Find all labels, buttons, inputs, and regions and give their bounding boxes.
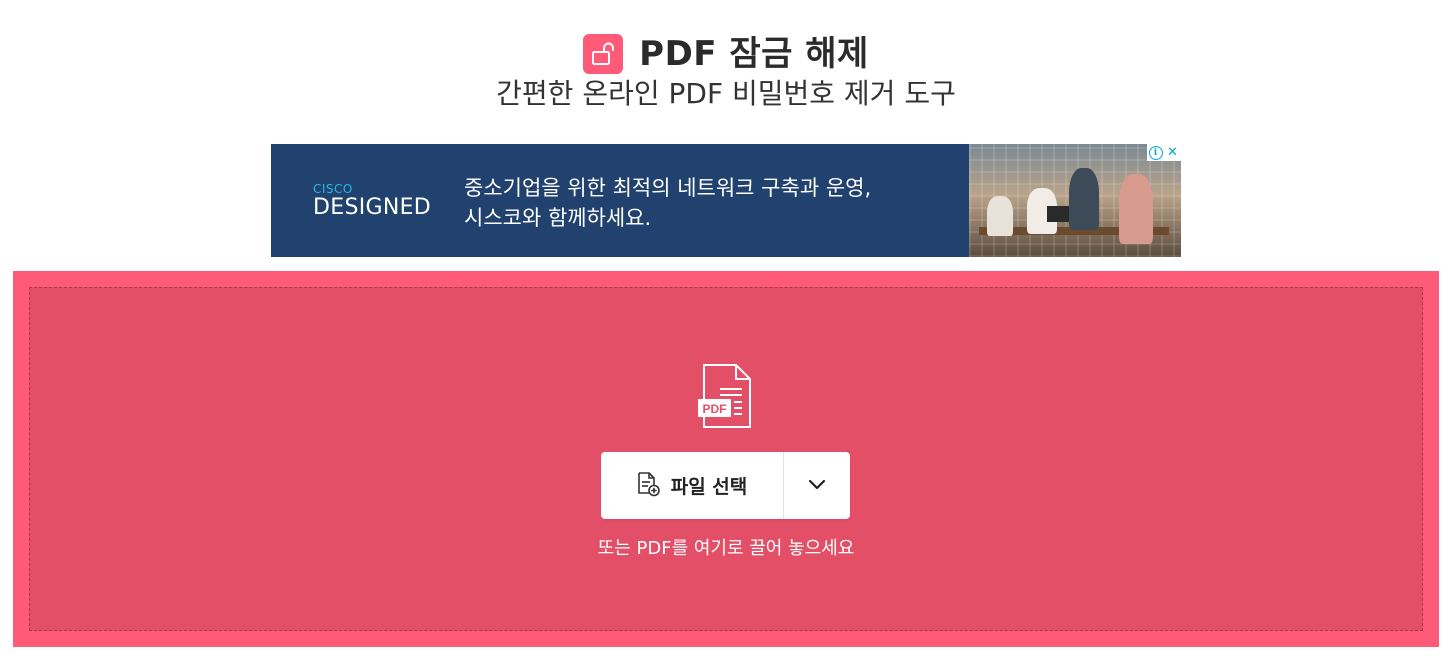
file-select-button-group: 파일 선택 xyxy=(601,452,850,519)
add-file-icon xyxy=(637,471,661,501)
title-row: PDF 잠금 해제 xyxy=(0,33,1452,75)
select-file-label: 파일 선택 xyxy=(670,476,748,498)
drop-zone[interactable]: PDF 파일 선택 또는 PDF를 여기로 끌어 놓으세요 xyxy=(29,287,1423,631)
ad-brand-small: CISCO xyxy=(313,182,353,196)
unlock-icon xyxy=(583,34,624,74)
ad-brand-logo: CISCO DESIGNED xyxy=(313,183,431,221)
select-file-button[interactable]: 파일 선택 xyxy=(601,452,783,519)
ad-brand-large: DESIGNED xyxy=(313,195,432,220)
chevron-down-icon xyxy=(808,476,826,495)
page: PDF 잠금 해제 간편한 온라인 PDF 비밀번호 제거 도구 CISCO D… xyxy=(0,0,1452,658)
ad-banner[interactable]: CISCO DESIGNED 중소기업을 위한 최적의 네트워크 구축과 운영,… xyxy=(271,144,1181,257)
ad-line-2: 시스코와 함께하세요. xyxy=(464,206,652,230)
source-dropdown-button[interactable] xyxy=(784,452,850,519)
ad-line-1: 중소기업을 위한 최적의 네트워크 구축과 운영, xyxy=(464,176,872,200)
ad-text: 중소기업을 위한 최적의 네트워크 구축과 운영, 시스코와 함께하세요. xyxy=(464,173,871,233)
page-subtitle: 간편한 온라인 PDF 비밀번호 제거 도구 xyxy=(496,77,956,110)
drop-hint: 또는 PDF를 여기로 끌어 놓으세요 xyxy=(597,538,855,559)
upload-area[interactable]: PDF 파일 선택 또는 PDF를 여기로 끌어 놓으세요 xyxy=(13,271,1439,647)
ad-close-icon[interactable]: ✕ xyxy=(1164,144,1181,161)
ad-controls: i ✕ xyxy=(1147,144,1181,161)
pdf-file-icon: PDF xyxy=(698,363,754,435)
pdf-badge-text: PDF xyxy=(703,402,727,416)
page-title: PDF 잠금 해제 xyxy=(639,34,869,74)
ad-info-icon[interactable]: i xyxy=(1147,144,1164,161)
